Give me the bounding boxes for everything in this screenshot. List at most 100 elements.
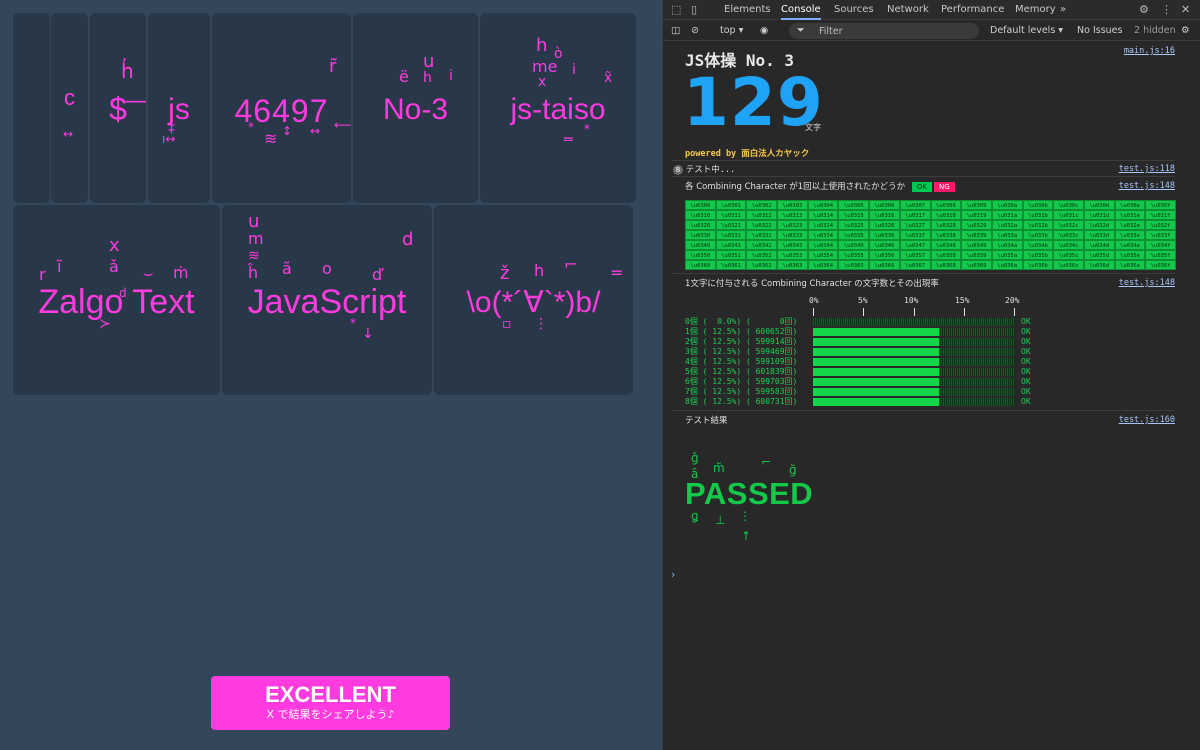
zalgo-mark: h xyxy=(423,70,432,86)
histogram-bar xyxy=(813,368,939,376)
clear-console-icon[interactable]: ⊘ xyxy=(691,21,699,41)
check-label-line: 各 Combining Character が1回以上使用されたかどうか OK N… xyxy=(685,180,955,192)
cc-cell: \u0337 xyxy=(899,230,931,240)
log-levels-select[interactable]: Default levels ▾ xyxy=(990,21,1063,41)
test-result-passed: PASSED xyxy=(685,476,814,511)
zalgo-mark: i xyxy=(572,62,576,78)
source-link-test148b[interactable]: test.js:148 xyxy=(1119,278,1175,288)
axis-tick xyxy=(813,308,814,316)
zalgo-mark: ↑ xyxy=(741,529,752,543)
cc-row: \u0350 \u0351 \u0352 \u0353 \u0354 \u0355 \u03… xyxy=(685,250,1176,260)
zalgo-mark: ↔ xyxy=(310,124,321,138)
combining-char-grid: \u0300 \u0301 \u0302 \u0303 \u0304 \u0305 \u03… xyxy=(685,200,1176,270)
distribution-histogram: 0% 5% 10% 15% 20% 0個 ( 0.0%) ( 0回) OK 1個 (… xyxy=(685,296,1065,411)
issues-button[interactable]: No Issues xyxy=(1077,21,1122,41)
tab-performance[interactable]: Performance xyxy=(941,0,1004,20)
console-settings-icon[interactable]: ⚙ xyxy=(1181,21,1190,41)
histogram-row: 3個 ( 12.5%) ( 599469回) OK xyxy=(685,347,1065,357)
cc-cell: \u0312 xyxy=(746,210,778,220)
cc-cell: \u0315 xyxy=(838,210,870,220)
cc-cell: \u036e xyxy=(1114,260,1146,270)
cc-cell: \u032c xyxy=(1053,220,1084,230)
cc-cell: \u0358 xyxy=(930,250,962,260)
histogram-status: OK xyxy=(1021,377,1031,386)
console-prompt[interactable]: › xyxy=(671,568,675,581)
settings-gear-icon[interactable]: ⚙ xyxy=(1139,0,1149,20)
cc-cell: \u032e xyxy=(1114,220,1146,230)
cc-row: \u0320 \u0321 \u0322 \u0323 \u0324 \u0325 \u03… xyxy=(685,220,1176,230)
histogram-row: 6個 ( 12.5%) ( 599703回) OK xyxy=(685,377,1065,387)
cc-cell: \u0340 xyxy=(685,240,716,250)
card-3-text: js xyxy=(168,93,190,126)
tab-sources[interactable]: Sources xyxy=(834,0,874,20)
cc-cell: \u036a xyxy=(991,260,1023,270)
cc-cell: \u0321 xyxy=(715,220,747,230)
cc-cell: \u0310 xyxy=(685,210,716,220)
source-link-test148a[interactable]: test.js:148 xyxy=(1119,181,1175,191)
cc-cell: \u0300 xyxy=(685,200,716,210)
zalgo-mark: i xyxy=(449,68,453,84)
source-link-test118[interactable]: test.js:118 xyxy=(1119,164,1175,174)
cc-cell: \u033d xyxy=(1083,230,1115,240)
context-select[interactable]: top ▾ xyxy=(720,21,743,41)
live-expression-eye-icon[interactable]: ◉ xyxy=(760,21,768,41)
zalgo-mark: x xyxy=(538,74,547,90)
cc-cell: \u034e xyxy=(1114,240,1146,250)
cc-cell: \u033f xyxy=(1145,230,1176,240)
histogram-bar xyxy=(813,348,939,356)
histogram-track xyxy=(813,328,1015,336)
cc-cell: \u0330 xyxy=(685,230,716,240)
cc-cell: \u033e xyxy=(1114,230,1146,240)
cc-cell: \u034b xyxy=(1022,240,1054,250)
cc-cell: \u0339 xyxy=(961,230,992,240)
context-value: top xyxy=(720,25,736,36)
share-on-x-button[interactable]: EXCELLENT X で結果をシェアしよう♪ xyxy=(211,676,450,730)
zalgo-mark: ═ xyxy=(564,132,573,148)
cc-cell: \u033c xyxy=(1053,230,1084,240)
tab-elements[interactable]: Elements xyxy=(724,0,771,20)
cc-cell: \u031b xyxy=(1022,210,1054,220)
zalgo-mark: ĩ xyxy=(57,257,62,276)
zalgo-mark: ≋ xyxy=(248,248,260,264)
kebab-menu-icon[interactable]: ⋮ xyxy=(1161,0,1172,20)
device-toolbar-icon[interactable]: ▯ xyxy=(691,0,697,20)
cc-cell: \u0331 xyxy=(715,230,747,240)
inspect-element-icon[interactable]: ⬚ xyxy=(671,0,681,20)
tab-network[interactable]: Network xyxy=(887,0,929,20)
histogram-row: 0個 ( 0.0%) ( 0回) OK xyxy=(685,317,1065,327)
log-count-badge: 8 xyxy=(673,165,683,175)
source-link-test160[interactable]: test.js:160 xyxy=(1119,415,1175,425)
cc-cell: \u0322 xyxy=(746,220,778,230)
card-5: u ë h i No-3 xyxy=(353,13,478,203)
card-8-text: JavaScript xyxy=(247,283,407,321)
card-6-text: js-taiso xyxy=(510,93,606,126)
zalgo-mark: = xyxy=(610,263,624,282)
histogram-row-label: 5個 ( 12.5%) ( 601839回) xyxy=(685,367,798,376)
cc-cell: \u0348 xyxy=(930,240,962,250)
zalgo-mark: ≻ xyxy=(99,316,111,332)
histogram-bar xyxy=(813,328,939,336)
source-link-main[interactable]: main.js:16 xyxy=(1124,46,1175,56)
zalgo-mark: ⟵ xyxy=(334,118,351,132)
filter-input[interactable] xyxy=(819,23,969,39)
histogram-track xyxy=(813,388,1015,396)
cc-cell: \u0357 xyxy=(899,250,931,260)
cc-cell: \u0359 xyxy=(961,250,992,260)
log-testing: 8 テスト中... xyxy=(673,163,735,175)
zalgo-mark: o xyxy=(322,259,332,278)
cc-cell: \u0313 xyxy=(777,210,808,220)
cc-cell: \u0362 xyxy=(746,260,778,270)
axis-label: 0% xyxy=(809,296,819,305)
zalgo-mark: me xyxy=(532,57,558,76)
tab-console[interactable]: Console xyxy=(781,0,821,20)
dist-label: 1文字に付与される Combining Character の文字数とその出現率 xyxy=(685,279,939,289)
tab-memory[interactable]: Memory xyxy=(1015,0,1056,20)
cc-cell: \u035c xyxy=(1053,250,1084,260)
testing-text: テスト中... xyxy=(685,165,736,175)
cc-cell: \u0353 xyxy=(777,250,808,260)
close-icon[interactable]: ✕ xyxy=(1181,0,1190,20)
divider xyxy=(671,176,1175,177)
more-tabs-icon[interactable]: » xyxy=(1060,0,1066,20)
sidebar-toggle-icon[interactable]: ◫ xyxy=(671,21,680,41)
histogram-row-label: 7個 ( 12.5%) ( 599583回) xyxy=(685,387,798,396)
